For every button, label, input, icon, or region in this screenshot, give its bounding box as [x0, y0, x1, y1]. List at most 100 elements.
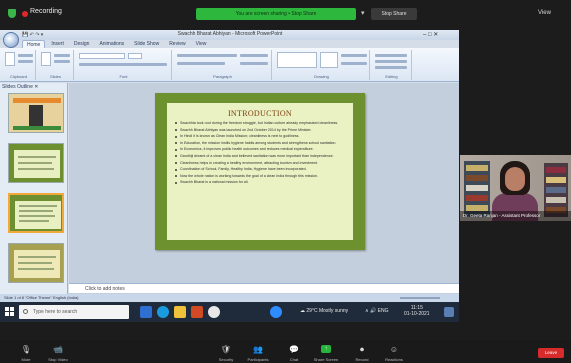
paste-icon[interactable] [5, 52, 15, 66]
stop-share-button[interactable]: Stop Share [371, 8, 417, 20]
windows-start-icon[interactable] [5, 307, 15, 317]
ribbon-group-clipboard[interactable]: Clipboard [2, 50, 36, 80]
font-size-dropdown[interactable] [128, 53, 142, 59]
ribbon-group-drawing[interactable]: Drawing [274, 50, 370, 80]
slide-bullet: In Economics, it improves public health … [175, 146, 347, 153]
font-name-dropdown[interactable] [79, 53, 125, 59]
video-button[interactable]: 📹 Stop Video [40, 342, 76, 363]
security-icon: 🛡 [220, 345, 232, 354]
ribbon-tabs: Home Insert Design Animations Slide Show… [22, 40, 459, 48]
video-label: Stop Video [48, 357, 68, 362]
reactions-label: Reactions [385, 357, 403, 362]
zoom-app-icon[interactable] [270, 306, 282, 318]
share-options-chevron-icon[interactable]: ▾ [361, 8, 369, 20]
slides-pane-tabs[interactable]: Slides Outline ✕ [2, 84, 38, 90]
group-label: Slides [50, 74, 61, 79]
edge-browser-icon[interactable] [157, 306, 169, 318]
bookshelf-right [544, 163, 568, 217]
ribbon-group-slides[interactable]: Slides [38, 50, 74, 80]
slide-thumbnail-3-selected[interactable] [8, 193, 64, 233]
group-label: Paragraph [213, 74, 232, 79]
mute-label: Mute [21, 357, 31, 362]
share-button[interactable]: ↑ Share Screen [308, 342, 344, 363]
group-label: Font [119, 74, 128, 79]
slide-thumbnail-4[interactable] [8, 243, 64, 283]
group-label: Editing [385, 74, 398, 79]
office-button-icon[interactable] [3, 32, 19, 48]
windows-taskbar: Type here to search ☁ 29°C Mostly sunny … [0, 302, 459, 322]
tab-insert[interactable]: Insert [47, 40, 68, 48]
slide-thumbnail-2[interactable] [8, 143, 64, 183]
notifications-icon[interactable] [444, 307, 454, 317]
ribbon-group-font[interactable]: Font [76, 50, 172, 80]
tab-home[interactable]: Home [22, 40, 46, 48]
clock-date: 01-10-2021 [404, 311, 430, 317]
powerpoint-taskbar-icon[interactable] [191, 306, 203, 318]
task-view-icon[interactable] [140, 306, 152, 318]
participants-label: Participants [247, 357, 269, 362]
view-options-button[interactable]: View [538, 10, 551, 16]
mute-button[interactable]: 🎙 Mute [8, 342, 44, 363]
tab-review[interactable]: Review [165, 40, 189, 48]
security-button[interactable]: 🛡 Security [208, 342, 244, 363]
security-shield-icon[interactable] [8, 9, 16, 18]
gandhi-silhouette-icon [29, 105, 43, 127]
current-slide[interactable]: INTRODUCTION Swachhta took root during t… [155, 93, 365, 250]
file-explorer-icon[interactable] [174, 306, 186, 318]
quick-access-toolbar[interactable]: 💾 ↶ ↷ ▾ [22, 32, 52, 38]
arrange-button[interactable] [320, 52, 338, 68]
slide-editing-canvas[interactable]: INTRODUCTION Swachhta took root during t… [69, 83, 459, 314]
shapes-gallery[interactable] [277, 52, 317, 68]
new-slide-icon[interactable] [41, 52, 51, 66]
slide-bullet: Gandhiji dreamt of a clean India and bel… [175, 153, 347, 160]
record-label: Record [355, 357, 369, 362]
slide-content-box[interactable]: INTRODUCTION Swachhta took root during t… [167, 103, 353, 240]
recording-dot-icon [22, 11, 28, 17]
taskbar-search-box[interactable]: Type here to search [19, 305, 129, 319]
person-face [505, 167, 525, 191]
reactions-button[interactable]: ☺ Reactions [376, 342, 412, 363]
window-title: Swachh Bharat Abhiyan - Microsoft PowerP… [177, 31, 283, 37]
zoom-slider[interactable] [400, 297, 440, 299]
participant-video-tile[interactable]: Dr. Geeta Ranjan - Assistant Professor [460, 155, 571, 221]
leave-meeting-button[interactable]: Leave [538, 348, 564, 358]
speaker-notes-field[interactable]: Click to add notes [69, 283, 459, 293]
security-label: Security [218, 357, 234, 362]
slides-pane: Slides Outline ✕ [0, 83, 68, 314]
weather-widget[interactable]: ☁ 29°C Mostly sunny [300, 308, 348, 314]
participants-button[interactable]: 👥 Participants [240, 342, 276, 363]
tab-design[interactable]: Design [70, 40, 94, 48]
chat-button[interactable]: 💬 Chat [276, 342, 312, 363]
share-label: Share Screen [313, 357, 339, 362]
chat-icon: 💬 [289, 345, 299, 354]
slide-bullet: Coordination of School, Family, Healthy … [175, 166, 347, 173]
tab-animations[interactable]: Animations [95, 40, 128, 48]
reactions-icon: ☺ [389, 345, 399, 354]
ribbon-group-editing[interactable]: Editing [372, 50, 412, 80]
slide-bullet: Swachh Bharat is a national mission for … [175, 179, 347, 186]
tab-view[interactable]: View [192, 40, 211, 48]
slide-bullet: In Education, the mission instils hygien… [175, 140, 347, 147]
chat-label: Chat [289, 357, 299, 362]
slide-bullet-list: Swachhta took root during the freedom st… [175, 120, 347, 186]
system-tray[interactable]: ∧ 🔊 ENG [365, 308, 389, 314]
window-controls[interactable]: – □ ✕ [423, 31, 438, 38]
ribbon-group-paragraph[interactable]: Paragraph [174, 50, 272, 80]
slide-bullet: Cleanliness helps in creating a healthy … [175, 160, 347, 167]
search-icon [23, 309, 28, 314]
powerpoint-title-bar: 💾 ↶ ↷ ▾ Swachh Bharat Abhiyan - Microsof… [0, 30, 459, 40]
record-button[interactable]: ⏺ Record [344, 342, 380, 363]
chrome-browser-icon[interactable] [208, 306, 220, 318]
screen-share-banner: You are screen sharing • Stop Share [196, 8, 356, 20]
tab-slide-show[interactable]: Slide Show [130, 40, 163, 48]
participants-icon: 👥 [253, 345, 263, 354]
meeting-top-bar: Recording You are screen sharing • Stop … [0, 0, 571, 30]
slide-thumbnail-1[interactable] [8, 93, 64, 133]
group-label: Drawing [314, 74, 329, 79]
bookshelf-left [464, 161, 490, 217]
slide-title: INTRODUCTION [227, 109, 293, 118]
powerpoint-status-bar: Slide 1 of 8 "Office Theme" English (Ind… [0, 294, 459, 302]
recording-label: Recording [30, 8, 62, 15]
taskbar-clock[interactable]: 11:15 01-10-2021 [404, 305, 430, 317]
slide-bullet: Swachh Bharat Abhiyan was launched on 2n… [175, 127, 347, 134]
